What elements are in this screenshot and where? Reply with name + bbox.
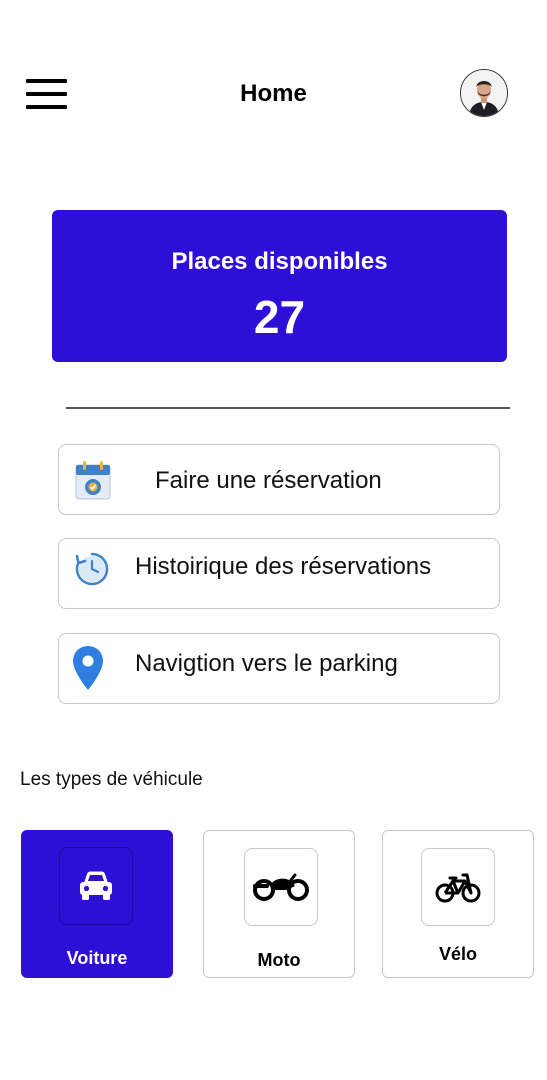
reservation-history-label: Histoirique des réservations xyxy=(135,553,432,580)
reservation-history-button[interactable]: Histoirique des réservations xyxy=(58,538,500,609)
motorcycle-icon-box xyxy=(244,848,318,926)
available-places-count: 27 xyxy=(253,291,306,343)
avatar[interactable] xyxy=(460,69,508,117)
available-places-card: Places disponibles 27 xyxy=(52,210,507,362)
car-icon-box xyxy=(59,847,133,925)
vehicle-type-bicycle-label: Vélo xyxy=(438,944,477,964)
car-icon xyxy=(80,871,112,900)
history-clock-icon xyxy=(75,552,109,586)
motorcycle-icon xyxy=(253,873,309,901)
calendar-icon xyxy=(75,461,111,500)
vehicle-type-bicycle[interactable]: Vélo xyxy=(382,830,534,978)
vehicle-type-motorcycle-label: Moto xyxy=(257,950,301,970)
bicycle-icon xyxy=(435,873,481,903)
make-reservation-button[interactable]: Faire une réservation xyxy=(58,444,500,515)
vehicle-type-motorcycle[interactable]: Moto xyxy=(203,830,355,978)
vehicle-type-car-label: Voiture xyxy=(66,948,128,968)
make-reservation-label: Faire une réservation xyxy=(155,467,382,494)
location-pin-icon xyxy=(73,646,103,690)
available-places-label: Places disponibles xyxy=(171,248,388,275)
bicycle-icon-box xyxy=(421,848,495,926)
divider xyxy=(66,407,510,409)
parking-navigation-label: Navigtion vers le parking xyxy=(135,650,398,677)
vehicle-types-title: Les types de véhicule xyxy=(20,769,203,790)
parking-navigation-button[interactable]: Navigtion vers le parking xyxy=(58,633,500,704)
vehicle-type-car[interactable]: Voiture xyxy=(21,830,173,978)
user-avatar-icon xyxy=(461,70,507,116)
